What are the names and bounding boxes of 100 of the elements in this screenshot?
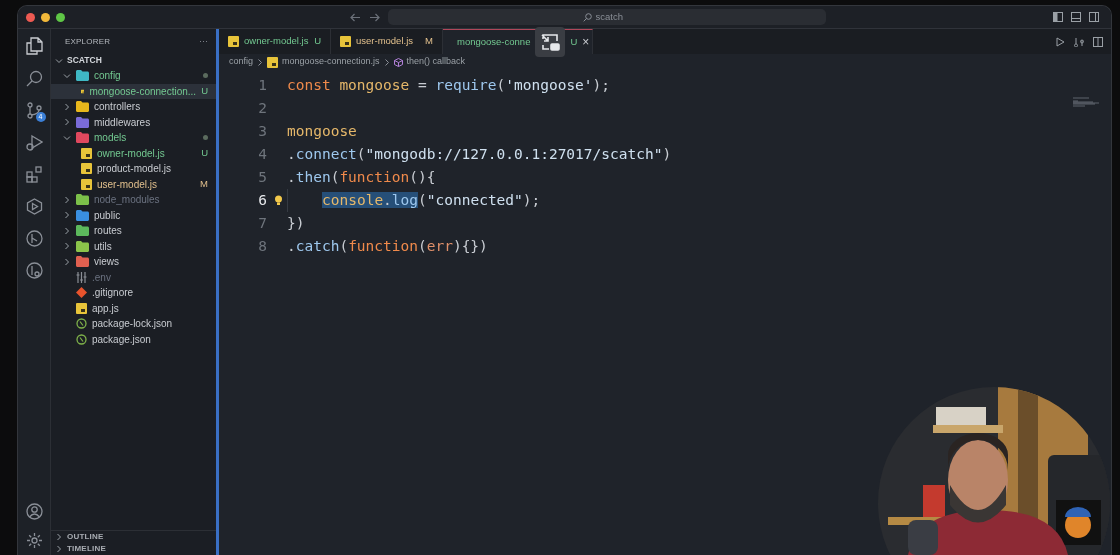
git-status-label: U bbox=[201, 146, 208, 161]
panel-section-header[interactable]: TIMELINE bbox=[51, 543, 216, 555]
file-name: mongoose-connection... bbox=[89, 84, 197, 99]
folder-row[interactable]: controllers bbox=[51, 99, 216, 115]
sliders-icon bbox=[76, 271, 87, 283]
file-row[interactable]: mongoose-connection... U bbox=[51, 83, 216, 99]
javascript-file-icon bbox=[340, 36, 351, 47]
line-number: 6 bbox=[257, 190, 268, 210]
folder-row[interactable]: middlewares bbox=[51, 114, 216, 130]
play-hexagon-icon[interactable] bbox=[25, 198, 43, 215]
search-icon[interactable] bbox=[25, 70, 43, 87]
forward-arrow-icon[interactable] bbox=[369, 12, 380, 22]
file-name: package.json bbox=[92, 332, 151, 347]
file-name: .gitignore bbox=[92, 286, 134, 301]
javascript-file-icon bbox=[76, 302, 87, 314]
account-icon[interactable] bbox=[25, 503, 43, 520]
line-number: 3 bbox=[257, 121, 268, 141]
code-line: mongoose bbox=[287, 121, 357, 141]
code-line: const mongoose = require('mongoose'); bbox=[287, 75, 611, 95]
minimize-window-button[interactable] bbox=[41, 12, 50, 22]
panel-section-header[interactable]: OUTLINE bbox=[51, 531, 216, 543]
sidebar-toggle-icon[interactable] bbox=[1053, 12, 1063, 22]
chevron-right-icon[interactable] bbox=[55, 545, 63, 553]
folder-name: node_modules bbox=[94, 193, 160, 208]
chevron-right-icon[interactable] bbox=[63, 211, 71, 220]
code-line: }) bbox=[287, 213, 305, 233]
folder-name: routes bbox=[94, 224, 122, 239]
chevron-right-icon[interactable] bbox=[63, 118, 71, 127]
folder-row[interactable]: routes bbox=[51, 223, 216, 239]
cube-icon bbox=[393, 57, 403, 67]
split-editor-icon[interactable] bbox=[1093, 36, 1103, 47]
javascript-file-icon bbox=[228, 36, 239, 47]
root-folder-header[interactable]: SCATCH bbox=[51, 54, 216, 67]
close-window-button[interactable] bbox=[26, 12, 35, 22]
folder-row[interactable]: utils bbox=[51, 238, 216, 254]
file-row[interactable]: user-model.js M bbox=[51, 176, 216, 192]
chevron-right-icon[interactable] bbox=[63, 242, 71, 251]
file-name: user-model.js bbox=[97, 177, 158, 192]
lightbulb-icon[interactable] bbox=[273, 195, 283, 206]
breadcrumb-item[interactable]: mongoose-connection.js bbox=[282, 55, 380, 69]
folder-row[interactable]: views bbox=[51, 254, 216, 270]
search-input[interactable]: scatch bbox=[595, 9, 632, 25]
file-row[interactable]: package-lock.json bbox=[51, 316, 216, 332]
files-icon[interactable] bbox=[25, 37, 43, 55]
file-name: app.js bbox=[92, 301, 119, 316]
line-number: 8 bbox=[257, 236, 268, 256]
folder-name: views bbox=[94, 255, 119, 270]
folder-row[interactable]: config bbox=[51, 68, 216, 84]
panel-toggle-icon[interactable] bbox=[1071, 12, 1081, 22]
chevron-right-icon[interactable] bbox=[63, 226, 71, 235]
chevron-down-icon[interactable] bbox=[63, 133, 71, 142]
file-row[interactable]: package.json bbox=[51, 331, 216, 347]
chevron-down-icon[interactable] bbox=[55, 56, 63, 65]
file-row[interactable]: .gitignore bbox=[51, 285, 216, 301]
extensions-icon[interactable] bbox=[25, 166, 43, 183]
file-name: package-lock.json bbox=[92, 317, 173, 332]
file-row[interactable]: .env bbox=[51, 269, 216, 285]
line-number: 7 bbox=[257, 213, 268, 233]
search-icon bbox=[582, 12, 592, 22]
chevron-down-icon[interactable] bbox=[63, 71, 71, 80]
code-line: .then(function(){ bbox=[287, 167, 436, 187]
file-row[interactable]: product-model.js bbox=[51, 161, 216, 177]
chevron-right-icon[interactable] bbox=[63, 195, 71, 204]
run-debug-icon[interactable] bbox=[25, 134, 43, 151]
back-arrow-icon[interactable] bbox=[350, 12, 361, 22]
more-actions-button[interactable]: ··· bbox=[199, 34, 208, 49]
breadcrumb-item[interactable]: then() callback bbox=[406, 55, 466, 69]
editor-tab[interactable]: mongoose-conne U × bbox=[443, 29, 593, 54]
javascript-file-icon bbox=[81, 178, 92, 190]
editor-tab[interactable]: owner-model.js U bbox=[219, 29, 331, 54]
javascript-file-icon bbox=[81, 147, 92, 159]
javascript-file-icon bbox=[267, 56, 279, 68]
search-field[interactable]: scatch bbox=[388, 9, 826, 25]
folder-row[interactable]: node_modules bbox=[51, 192, 216, 208]
line-number: 2 bbox=[257, 98, 268, 118]
folder-row[interactable]: public bbox=[51, 207, 216, 223]
line-number: 1 bbox=[257, 75, 268, 95]
maximize-window-button[interactable] bbox=[56, 12, 65, 22]
file-row[interactable]: app.js bbox=[51, 300, 216, 316]
run-icon[interactable] bbox=[1056, 36, 1065, 47]
file-name: .env bbox=[92, 270, 111, 285]
git-graph-icon[interactable] bbox=[25, 230, 43, 247]
file-row[interactable]: owner-model.js U bbox=[51, 145, 216, 161]
chevron-right-icon[interactable] bbox=[63, 257, 71, 266]
secondary-sidebar-icon[interactable] bbox=[1089, 12, 1099, 22]
git-history-icon[interactable] bbox=[25, 262, 43, 279]
breadcrumb-item[interactable]: config bbox=[229, 55, 254, 69]
picture-in-picture-icon[interactable] bbox=[535, 27, 566, 57]
folder-row[interactable]: models bbox=[51, 130, 216, 146]
git-status-label: U bbox=[201, 84, 208, 99]
folder-name: utils bbox=[94, 239, 112, 254]
source-control-icon[interactable] bbox=[25, 102, 43, 119]
chevron-right-icon[interactable] bbox=[55, 533, 63, 541]
code-line: .catch(function(err){}) bbox=[287, 236, 488, 256]
code-line: .connect("mongodb://127.0.0.1:27017/scatch") bbox=[287, 144, 672, 164]
file-name: product-model.js bbox=[97, 162, 171, 177]
close-tab-button[interactable]: × bbox=[582, 33, 590, 51]
code-line: console.log("connected"); bbox=[322, 190, 541, 210]
folder-name: public bbox=[94, 208, 121, 223]
chevron-right-icon[interactable] bbox=[63, 102, 71, 111]
